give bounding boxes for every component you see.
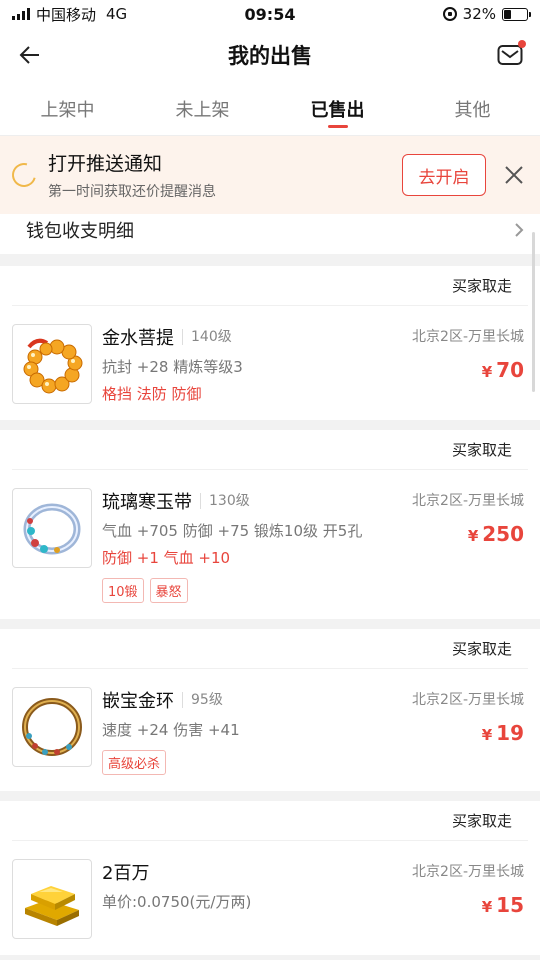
item-price: ¥19 [412,721,524,745]
carrier-label: 中国移动 [36,5,97,24]
sold-item-card[interactable]: 买家取走 2百万 单价:0.0750(元/万两) 北京2区-万里长城 ¥15 [0,801,540,955]
item-tag: 暴怒 [149,578,188,603]
server-name: 北京2区-万里长城 [412,864,524,880]
notice-title: 打开推送通知 [48,153,163,175]
rotation-lock-icon [442,7,457,21]
wallet-details-row[interactable]: 钱包收支明细 [0,214,540,254]
currency-symbol: ¥ [467,527,479,545]
battery-percent: 32% [462,5,496,23]
item-name: 2百万 [102,863,150,884]
price-value: 15 [496,893,524,917]
order-status: 买家取走 [451,640,512,658]
clock: 09:54 [244,4,296,24]
server-name: 北京2区-万里长城 [412,493,524,509]
item-unit-price: 单价:0.0750(元/万两) [102,893,252,911]
beads-icon [12,324,92,404]
back-arrow-icon [19,46,39,64]
gold-ingot-icon [12,859,92,939]
item-price: ¥250 [412,522,524,546]
item-special-stats: 格挡 法防 防御 [102,385,202,403]
tab-bar: 上架中 未上架 已售出 其他 [0,82,540,136]
item-price: ¥70 [412,358,524,382]
tab-on-sale[interactable]: 上架中 [0,82,135,135]
item-level: 140级 [182,329,232,345]
back-button[interactable] [10,35,50,75]
price-value: 19 [496,721,524,745]
tab-not-listed[interactable]: 未上架 [135,82,270,135]
item-price: ¥15 [412,893,524,917]
wallet-label: 钱包收支明细 [26,221,134,242]
sold-item-card[interactable]: 买家取走 嵌宝金环 95级 速度 +24 伤害 +41 高级必杀 北京2区-万里… [0,629,540,791]
item-name: 琉璃寒玉带 [102,492,192,513]
server-name: 北京2区-万里长城 [412,329,524,345]
messages-button[interactable] [490,35,530,75]
tab-other[interactable]: 其他 [405,82,540,135]
notice-subtitle: 第一时间获取还价提醒消息 [48,184,216,200]
item-tag: 高级必杀 [102,750,167,775]
item-special-stats: 防御 +1 气血 +10 [102,549,231,567]
order-status: 买家取走 [451,277,512,295]
order-status: 买家取走 [451,441,512,459]
enable-push-button[interactable]: 去开启 [402,154,486,196]
close-icon [505,166,523,184]
item-name: 金水菩提 [102,328,174,349]
item-name: 嵌宝金环 [102,691,174,712]
gold-ring-icon [12,687,92,767]
status-bar: 中国移动 4G 09:54 32% [0,0,540,28]
item-level: 95级 [182,692,223,708]
item-stats: 抗封 +28 精炼等级3 [102,358,243,376]
close-notice-button[interactable] [500,161,528,189]
currency-symbol: ¥ [481,726,493,744]
item-tag: 10锻 [102,578,144,603]
chevron-right-icon [515,223,524,237]
currency-symbol: ¥ [481,363,493,381]
order-status: 买家取走 [451,812,512,830]
unread-dot [518,40,526,48]
item-level: 130级 [200,493,250,509]
battery-icon [502,7,531,21]
sold-item-card[interactable]: 买家取走 金水菩提 140级 抗封 +28 精炼等级3 格挡 法防 防御 北京2… [0,266,540,420]
price-value: 250 [482,522,524,546]
price-value: 70 [496,358,524,382]
push-notice-banner: 打开推送通知 第一时间获取还价提醒消息 去开启 [0,136,540,214]
scrollbar[interactable] [532,232,535,392]
jade-belt-icon [12,488,92,568]
network-label: 4G [106,5,128,23]
sold-item-card[interactable]: 买家取走 琉璃寒玉带 130级 气血 +705 防御 +75 锻炼10级 开5孔… [0,430,540,619]
notification-ring-icon [7,158,41,192]
tab-sold[interactable]: 已售出 [270,82,405,135]
server-name: 北京2区-万里长城 [412,692,524,708]
page-title: 我的出售 [228,44,312,68]
currency-symbol: ¥ [481,898,493,916]
nav-bar: 我的出售 [0,28,540,82]
signal-icon [12,8,30,20]
item-stats: 速度 +24 伤害 +41 [102,721,240,739]
